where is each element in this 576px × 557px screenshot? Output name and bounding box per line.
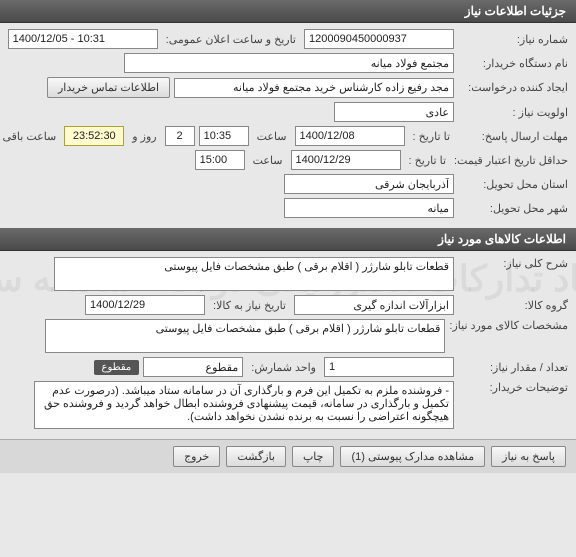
delivery-province-label: استان محل تحویل: <box>458 178 568 191</box>
general-desc-field[interactable] <box>54 257 454 291</box>
requester-field[interactable] <box>174 78 454 98</box>
time-label-1: ساعت <box>253 130 291 143</box>
button-bar: پاسخ به نیاز مشاهده مدارک پیوستی (1) چاپ… <box>0 439 576 473</box>
need-number-field[interactable] <box>304 29 454 49</box>
requester-label: ایجاد کننده درخواست: <box>458 81 568 94</box>
print-button[interactable]: چاپ <box>292 446 335 467</box>
priority-field[interactable] <box>334 102 454 122</box>
quantity-label: تعداد / مقدار نیاز: <box>458 361 568 374</box>
delivery-city-label: شهر محل تحویل: <box>458 202 568 215</box>
goods-info-header: اطلاعات کالاهای مورد نیاز <box>0 228 576 251</box>
item-spec-label: مشخصات کالای مورد نیاز: <box>449 319 568 332</box>
until-date-label-1: تا تاریخ : <box>409 130 454 143</box>
buyer-org-field[interactable] <box>124 53 454 73</box>
back-button[interactable]: بازگشت <box>226 446 286 467</box>
need-number-label: شماره نیاز: <box>458 33 568 46</box>
general-desc-label: شرح کلی نیاز: <box>458 257 568 270</box>
until-date-label-2: تا تاریخ : <box>405 154 450 167</box>
announce-datetime-label: تاریخ و ساعت اعلان عمومی: <box>162 33 300 46</box>
unit-label: واحد شمارش: <box>247 361 320 374</box>
priority-label: اولویت نیاز : <box>458 106 568 119</box>
need-date-label: تاریخ نیاز به کالا: <box>209 299 290 312</box>
price-validity-label: حداقل تاریخ اعتبار قیمت: <box>454 154 568 167</box>
buyer-contact-button[interactable]: اطلاعات تماس خریدار <box>47 77 170 98</box>
response-deadline-label: مهلت ارسال پاسخ: <box>458 130 568 143</box>
validity-date-field[interactable] <box>291 150 401 170</box>
buyer-notes-label: توضیحات خریدار: <box>458 381 568 394</box>
quantity-field[interactable] <box>324 357 454 377</box>
validity-time-field[interactable] <box>195 150 245 170</box>
view-attachments-button[interactable]: مشاهده مدارک پیوستی (1) <box>340 446 485 467</box>
delivery-province-field[interactable] <box>284 174 454 194</box>
response-days-field[interactable] <box>165 126 195 146</box>
cut-badge: مقطوع <box>94 360 140 375</box>
announce-datetime-field[interactable] <box>8 29 158 49</box>
buyer-notes-field[interactable] <box>34 381 454 429</box>
days-and-label: روز و <box>128 130 160 143</box>
time-label-2: ساعت <box>249 154 287 167</box>
buyer-org-label: نام دستگاه خریدار: <box>458 57 568 70</box>
details-header: جزئیات اطلاعات نیاز <box>0 0 576 23</box>
unit-field[interactable] <box>143 357 243 377</box>
remaining-label: ساعت باقی مانده <box>0 130 60 143</box>
need-date-field[interactable] <box>85 295 205 315</box>
response-date-field[interactable] <box>295 126 405 146</box>
delivery-city-field[interactable] <box>284 198 454 218</box>
response-time-field[interactable] <box>199 126 249 146</box>
item-spec-field[interactable] <box>45 319 445 353</box>
goods-group-field[interactable] <box>294 295 454 315</box>
exit-button[interactable]: خروج <box>173 446 220 467</box>
goods-group-label: گروه کالا: <box>458 299 568 312</box>
respond-button[interactable]: پاسخ به نیاز <box>491 446 566 467</box>
countdown-field <box>64 126 124 146</box>
